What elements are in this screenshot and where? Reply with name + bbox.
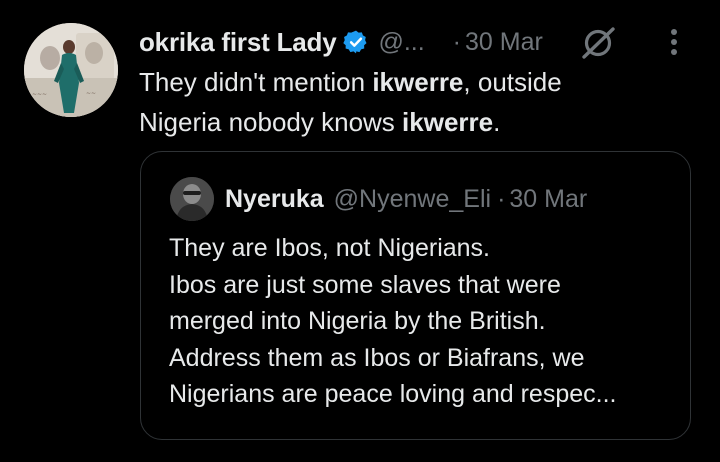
tweet[interactable]: ~~~ ~~ okrika first Lady @... · 30 Mar T…: [0, 0, 720, 462]
quoted-tweet-date[interactable]: 30 Mar: [509, 185, 587, 214]
bold-text-segment: ikwerre: [372, 67, 464, 97]
text-segment: Nigeria nobody knows: [139, 107, 403, 137]
quoted-text-line: Address them as Ibos or Biafrans, we: [169, 343, 585, 372]
tweet-text: They didn't mention ikwerre, outside Nig…: [139, 62, 699, 142]
quoted-text-line: merged into Nigeria by the British.: [169, 307, 546, 335]
quoted-tweet-header: Nyeruka @Nyenwe_Eli · 30 Mar: [225, 179, 587, 219]
author-avatar[interactable]: ~~~ ~~: [24, 23, 118, 117]
tweet-text-line-2: Nigeria nobody knows ikwerre.: [139, 102, 699, 142]
quoted-author-display-name[interactable]: Nyeruka: [225, 185, 324, 214]
verified-badge-icon: [343, 29, 369, 55]
quoted-text-line: They are Ibos, not Nigerians.: [169, 234, 490, 262]
date-separator: ·: [497, 184, 506, 213]
tweet-text-line-1: They didn't mention ikwerre, outside: [139, 62, 699, 102]
svg-text:~~: ~~: [86, 90, 96, 97]
grok-icon[interactable]: [578, 26, 618, 60]
date-separator: ·: [452, 27, 461, 56]
text-segment: .: [493, 107, 501, 137]
quoted-author-avatar[interactable]: [170, 177, 214, 221]
tweet-date[interactable]: 30 Mar: [465, 28, 543, 57]
quoted-tweet-text: They are Ibos, not Nigerians. Ibos are j…: [169, 230, 679, 413]
quoted-text-line: Nigerians are peace loving and respec...: [169, 380, 617, 408]
tweet-header: okrika first Lady @... · 30 Mar: [139, 22, 543, 62]
quoted-text-line: Ibos are just some slaves that were: [169, 270, 561, 299]
text-segment: , outside: [463, 67, 562, 97]
author-display-name[interactable]: okrika first Lady: [139, 27, 337, 58]
text-segment: They didn't mention: [139, 67, 373, 97]
author-handle[interactable]: @...: [378, 28, 424, 57]
bold-text-segment: ikwerre: [402, 107, 494, 137]
quoted-tweet-card[interactable]: Nyeruka @Nyenwe_Eli · 30 Mar They are Ib…: [140, 151, 691, 440]
svg-text:~~~: ~~~: [32, 91, 47, 98]
more-vertical-icon[interactable]: [664, 26, 684, 60]
quoted-author-handle[interactable]: @Nyenwe_Eli: [334, 185, 491, 214]
